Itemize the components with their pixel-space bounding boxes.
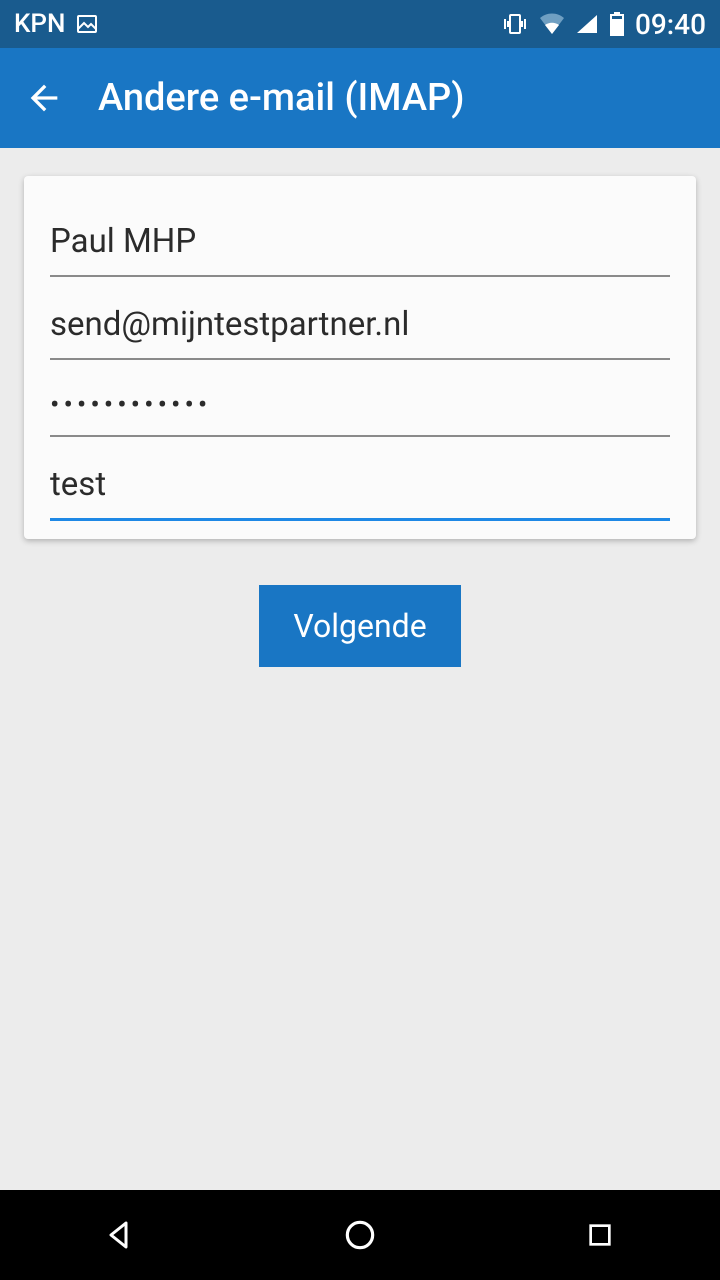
picture-icon	[75, 12, 99, 36]
system-nav-bar	[0, 1190, 720, 1280]
email-field[interactable]	[50, 299, 670, 360]
cell-signal-icon	[575, 13, 599, 35]
vibrate-icon	[501, 12, 529, 36]
triangle-back-icon	[102, 1217, 138, 1253]
battery-icon	[609, 12, 625, 36]
clock-label: 09:40	[635, 8, 706, 41]
password-field[interactable]	[50, 382, 670, 437]
form-card	[24, 176, 696, 539]
nav-recent-button[interactable]	[570, 1205, 630, 1265]
display-name-field[interactable]	[50, 216, 670, 277]
app-bar: Andere e-mail (IMAP)	[0, 48, 720, 148]
carrier-label: KPN	[14, 9, 65, 39]
circle-home-icon	[341, 1216, 379, 1254]
page-title: Andere e-mail (IMAP)	[98, 76, 465, 120]
description-field[interactable]	[50, 459, 670, 521]
next-button[interactable]: Volgende	[259, 585, 460, 667]
nav-home-button[interactable]	[330, 1205, 390, 1265]
nav-back-button[interactable]	[90, 1205, 150, 1265]
square-recent-icon	[584, 1219, 616, 1251]
wifi-icon	[539, 13, 565, 35]
status-bar: KPN	[0, 0, 720, 48]
content-area: Volgende	[0, 148, 720, 1190]
back-button[interactable]	[20, 74, 68, 122]
arrow-left-icon	[24, 78, 64, 118]
